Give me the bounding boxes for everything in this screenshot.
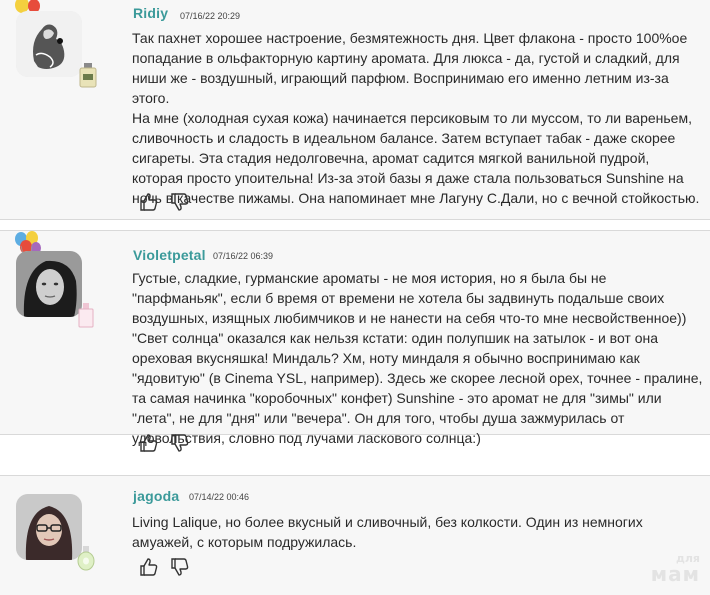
perfume-bottle-icon xyxy=(76,545,96,571)
review-text: Густые, сладкие, гурманские ароматы - не… xyxy=(132,268,704,448)
thumbs-up-icon[interactable] xyxy=(139,192,159,212)
review-paragraph: Так пахнет хорошее настроение, безмятежн… xyxy=(132,30,688,106)
perfume-bottle-icon xyxy=(78,62,98,88)
review-datetime: 07/16/22 20:29 xyxy=(180,11,241,21)
review-text: Так пахнет хорошее настроение, безмятежн… xyxy=(132,28,704,208)
watermark-bottom: мам xyxy=(650,562,700,586)
review-username[interactable]: Violetpetal xyxy=(133,247,206,263)
review-text: Living Lalique, но более вкусный и сливо… xyxy=(132,512,704,552)
avatar[interactable] xyxy=(16,11,82,77)
review-username[interactable]: jagoda xyxy=(133,488,179,504)
review-datetime: 07/16/22 06:39 xyxy=(213,251,274,261)
review-username[interactable]: Ridiy xyxy=(133,5,168,21)
thumbs-up-icon[interactable] xyxy=(139,433,159,453)
review-card: Ridiy 07/16/22 20:29 Так пахнет хорошее … xyxy=(0,0,710,220)
review-paragraph: На мне (холодная сухая кожа) начинается … xyxy=(132,110,700,206)
thumbs-down-icon[interactable] xyxy=(170,557,190,577)
review-card: Violetpetal 07/16/22 06:39 Густые, сладк… xyxy=(0,230,710,452)
review-card: jagoda 07/14/22 00:46 Living Lalique, но… xyxy=(0,475,710,595)
site-watermark: для мам xyxy=(640,553,700,584)
review-paragraph: Living Lalique, но более вкусный и сливо… xyxy=(132,514,643,550)
thumbs-down-icon[interactable] xyxy=(170,433,190,453)
avatar[interactable] xyxy=(16,251,82,317)
thumbs-up-icon[interactable] xyxy=(139,557,159,577)
avatar[interactable] xyxy=(16,494,82,560)
review-paragraph: Густые, сладкие, гурманские ароматы - не… xyxy=(132,270,703,446)
review-datetime: 07/14/22 00:46 xyxy=(189,492,250,502)
perfume-bottle-icon xyxy=(76,302,96,328)
thumbs-down-icon[interactable] xyxy=(170,192,190,212)
